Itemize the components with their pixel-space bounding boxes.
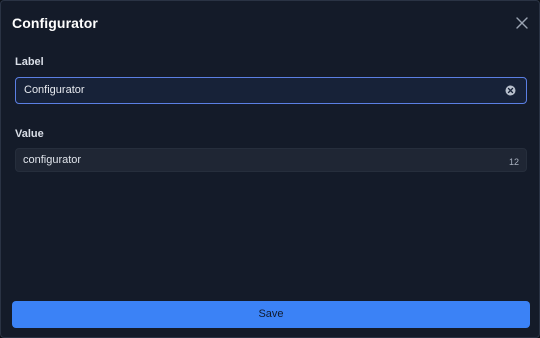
dialog-title: Configurator: [12, 15, 98, 31]
value-input-value[interactable]: configurator: [23, 154, 81, 166]
label-input[interactable]: Configurator: [15, 77, 527, 104]
label-input-value[interactable]: Configurator: [24, 84, 85, 96]
close-icon[interactable]: [514, 15, 530, 31]
configurator-dialog: Configurator Label Configurator Value co…: [0, 0, 540, 338]
save-button[interactable]: Save: [12, 301, 530, 328]
label-field-label: Label: [15, 56, 44, 68]
char-counter: 12: [508, 157, 519, 167]
value-field-label: Value: [15, 128, 44, 140]
clear-icon[interactable]: [505, 85, 516, 96]
value-input[interactable]: configurator 12: [15, 148, 527, 172]
